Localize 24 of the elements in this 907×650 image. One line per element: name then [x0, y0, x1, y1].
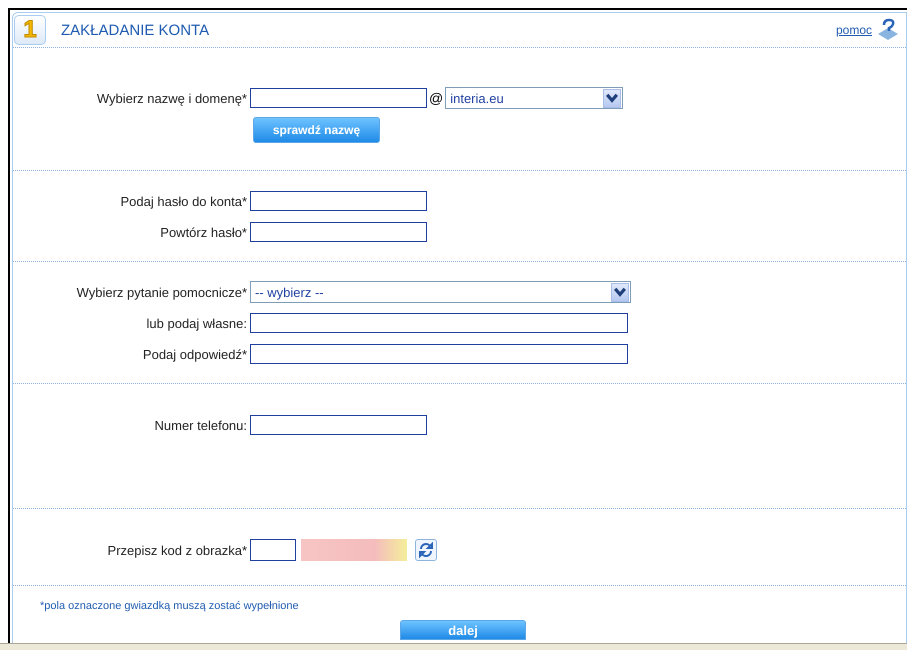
refresh-icon[interactable]	[415, 539, 437, 561]
captcha-input-field[interactable]	[250, 539, 296, 561]
dropdown[interactable]: interia.eu	[445, 87, 624, 109]
field-label: Przepisz kod z obrazka*	[106, 542, 248, 558]
input-field[interactable]	[250, 313, 628, 333]
field-label: lub podaj własne:	[146, 316, 248, 330]
dropdown[interactable]: -- wybierz --	[250, 281, 631, 303]
page-title: ZAKŁADANIE KONTA	[61, 22, 210, 38]
help-link[interactable]: pomoc	[836, 23, 872, 37]
step-number-badge: 1	[14, 15, 46, 45]
input-field[interactable]	[250, 344, 628, 364]
at-sign: @	[429, 90, 444, 106]
input-field[interactable]	[250, 191, 427, 211]
field-label: Podaj hasło do konta*	[120, 194, 248, 208]
field-label: Wybierz pytanie pomocnicze*	[76, 284, 248, 300]
required-fields-note: *pola oznaczone gwiazdką muszą zostać wypełnione	[39, 599, 300, 612]
name-input-field[interactable]	[250, 88, 427, 108]
field-label: Powtórz hasło*	[159, 224, 248, 240]
field-label: Wybierz nazwę i domenę*	[96, 90, 248, 106]
field-label: Podaj odpowiedź*	[142, 346, 248, 362]
input-field[interactable]	[250, 415, 427, 435]
field-label: Numer telefonu:	[154, 418, 248, 432]
input-field[interactable]	[250, 222, 427, 242]
help-icon[interactable]	[876, 18, 900, 42]
